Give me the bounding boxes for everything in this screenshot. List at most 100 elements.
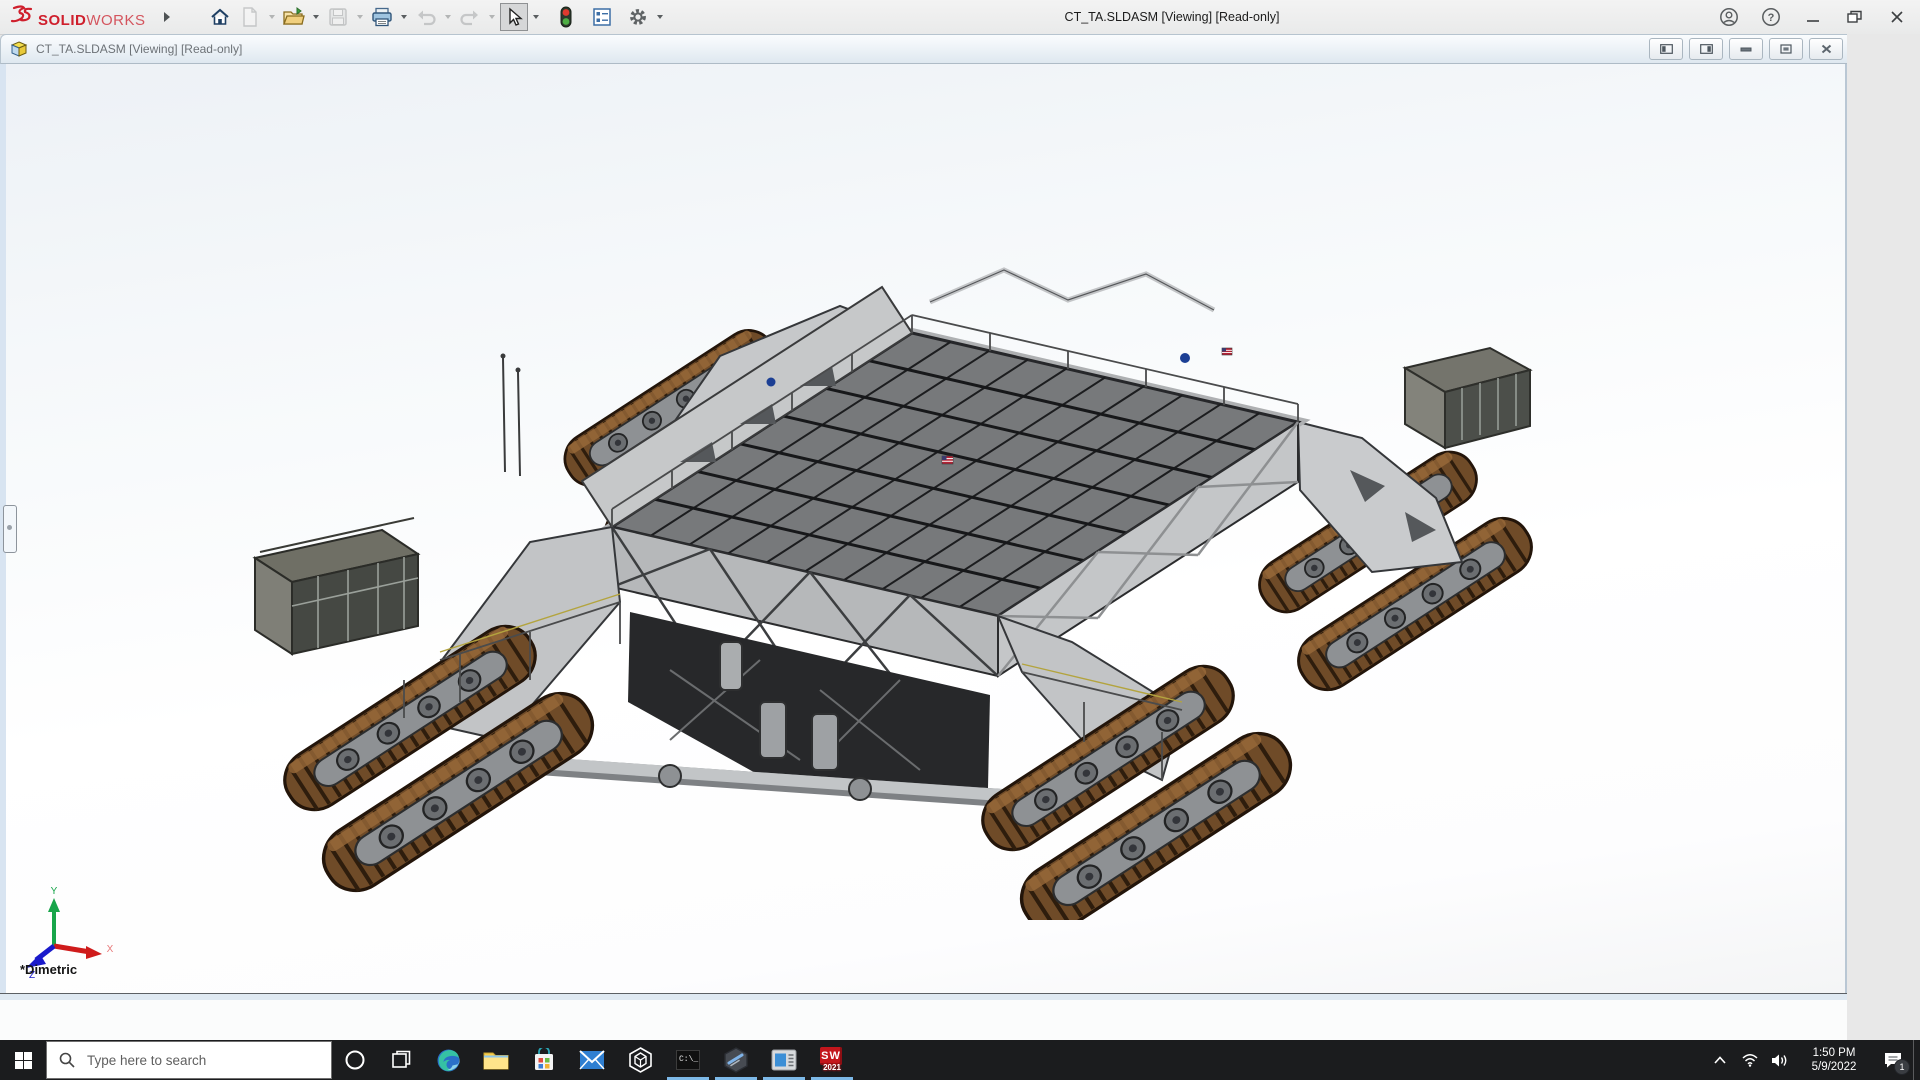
options-dropdown[interactable] xyxy=(654,4,666,30)
show-desktop-button[interactable] xyxy=(1913,1040,1920,1080)
solidworks-app-icon: SW 2021 xyxy=(819,1047,845,1073)
document-minimize-button[interactable] xyxy=(1729,38,1763,60)
dock-pane-left-button[interactable] xyxy=(1649,38,1683,60)
taskbar-command-prompt[interactable]: C:\_ xyxy=(664,1040,712,1080)
dock-right-icon xyxy=(1700,44,1713,54)
restore-button[interactable] xyxy=(1842,4,1868,30)
edrawings-icon xyxy=(723,1047,749,1073)
document-restore-button[interactable] xyxy=(1769,38,1803,60)
select-tool-button[interactable] xyxy=(500,3,528,31)
3d-viewer-icon xyxy=(628,1047,653,1073)
help-icon: ? xyxy=(1761,7,1781,27)
options-gear-icon xyxy=(628,7,648,27)
app-titlebar: SOLIDWORKS xyxy=(0,0,1920,35)
taskbar-store[interactable] xyxy=(520,1040,568,1080)
undo-button[interactable] xyxy=(412,3,440,31)
close-button[interactable] xyxy=(1884,4,1910,30)
print-icon xyxy=(371,7,393,27)
cab-rear[interactable] xyxy=(1405,348,1530,448)
featuremanager-splitter-handle[interactable] xyxy=(3,505,17,553)
search-input[interactable] xyxy=(85,1052,309,1069)
print-button[interactable] xyxy=(368,3,396,31)
new-document-button[interactable] xyxy=(236,3,264,31)
graphics-viewport[interactable]: Y X Z *Dimetric xyxy=(6,64,1845,993)
account-icon xyxy=(1719,7,1739,27)
network-button[interactable] xyxy=(1735,1040,1765,1080)
volume-button[interactable] xyxy=(1765,1040,1795,1080)
start-button[interactable] xyxy=(0,1040,46,1080)
document-restore-icon xyxy=(1780,44,1792,54)
document-window-buttons xyxy=(1649,38,1843,60)
save-button[interactable] xyxy=(324,3,352,31)
open-icon xyxy=(283,7,305,27)
help-glyph: ? xyxy=(1768,12,1775,24)
taskbar-file-explorer[interactable] xyxy=(472,1040,520,1080)
select-arrow-icon xyxy=(505,7,523,27)
cortana-icon xyxy=(344,1049,366,1071)
menu-flyout-arrow-icon[interactable] xyxy=(164,12,170,22)
properties-button[interactable] xyxy=(588,3,616,31)
system-tray: 1:50 PM 5/9/2022 1 xyxy=(1705,1040,1920,1080)
taskbar-mail[interactable] xyxy=(568,1040,616,1080)
triad-x-label: X xyxy=(107,944,114,955)
window-background-strip xyxy=(0,1000,1847,1040)
select-tool-dropdown[interactable] xyxy=(530,4,542,30)
titlebar-right-controls: ? xyxy=(1716,0,1910,34)
edge-icon xyxy=(436,1048,461,1073)
taskbar-search[interactable] xyxy=(46,1041,332,1079)
new-document-dropdown[interactable] xyxy=(266,4,278,30)
document-close-icon xyxy=(1821,44,1832,54)
close-icon xyxy=(1890,10,1904,24)
file-explorer-icon xyxy=(483,1049,509,1071)
taskbar-3d-viewer[interactable] xyxy=(616,1040,664,1080)
speaker-icon xyxy=(1771,1053,1789,1068)
command-prompt-icon: C:\_ xyxy=(676,1050,700,1070)
minimize-icon xyxy=(1806,10,1820,24)
save-dropdown[interactable] xyxy=(354,4,366,30)
undo-icon xyxy=(415,8,437,26)
redo-icon xyxy=(459,8,481,26)
brand-solid: SOLID xyxy=(38,12,86,29)
open-dropdown[interactable] xyxy=(310,4,322,30)
undo-dropdown[interactable] xyxy=(442,4,454,30)
tray-expand-button[interactable] xyxy=(1705,1040,1735,1080)
taskbar-solidworks[interactable]: SW 2021 xyxy=(808,1040,856,1080)
account-button[interactable] xyxy=(1716,4,1742,30)
window-title: CT_TA.SLDASM [Viewing] [Read-only] xyxy=(1012,0,1332,34)
clock-date: 5/9/2022 xyxy=(1803,1060,1865,1074)
document-close-button[interactable] xyxy=(1809,38,1843,60)
document-titlebar[interactable]: CT_TA.SLDASM [Viewing] [Read-only] xyxy=(0,34,1858,64)
open-button[interactable] xyxy=(280,3,308,31)
options-button[interactable] xyxy=(624,3,652,31)
performance-evaluation-button[interactable] xyxy=(552,3,580,31)
taskbar-clock[interactable]: 1:50 PM 5/9/2022 xyxy=(1803,1046,1865,1074)
taskbar-edrawings[interactable] xyxy=(712,1040,760,1080)
taskbar-media-app[interactable] xyxy=(760,1040,808,1080)
view-orientation-label: *Dimetric xyxy=(20,962,77,977)
restore-icon xyxy=(1847,10,1863,24)
solidworks-logo: SOLIDWORKS xyxy=(10,5,146,29)
wifi-icon xyxy=(1741,1053,1759,1067)
help-button[interactable]: ? xyxy=(1758,4,1784,30)
minimize-button[interactable] xyxy=(1800,4,1826,30)
dock-left-icon xyxy=(1660,44,1673,54)
crawler-transporter-model[interactable] xyxy=(200,240,1560,920)
task-view-button[interactable] xyxy=(378,1040,424,1080)
task-view-icon xyxy=(391,1050,411,1070)
taskbar-edge[interactable] xyxy=(424,1040,472,1080)
nasa-logo-decal-2 xyxy=(767,378,776,387)
redo-dropdown[interactable] xyxy=(486,4,498,30)
performance-light-icon xyxy=(560,6,572,28)
cortana-button[interactable] xyxy=(332,1040,378,1080)
roof-truss xyxy=(930,270,1214,310)
mail-icon xyxy=(579,1050,605,1070)
save-icon xyxy=(328,7,348,27)
assembly-document-icon xyxy=(11,41,28,57)
home-button[interactable] xyxy=(206,3,234,31)
cab-front[interactable] xyxy=(255,518,418,654)
print-dropdown[interactable] xyxy=(398,4,410,30)
action-center-button[interactable]: 1 xyxy=(1873,1040,1913,1080)
redo-button[interactable] xyxy=(456,3,484,31)
dock-pane-right-button[interactable] xyxy=(1689,38,1723,60)
window-background-right xyxy=(1847,34,1920,1040)
